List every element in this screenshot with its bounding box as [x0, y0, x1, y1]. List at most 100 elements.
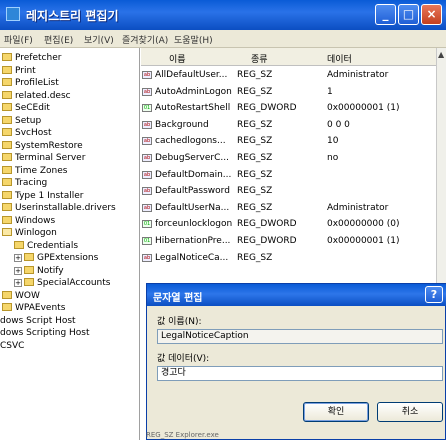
tree-item[interactable]: Credentials: [14, 240, 78, 252]
value-data: 1: [327, 86, 333, 97]
folder-icon: [2, 290, 12, 299]
list-header: 이름 종류 데이터: [141, 48, 446, 66]
ok-button[interactable]: 확인: [303, 402, 369, 422]
tree-item[interactable]: Prefetcher: [2, 52, 61, 64]
tree-item[interactable]: Setup: [2, 115, 41, 127]
value-name: AutoRestartShell: [155, 103, 231, 114]
value-data: no: [327, 153, 339, 163]
tree-item-label: Userinstallable.drivers: [15, 203, 116, 213]
window-title: 레지스트리 편집기: [26, 9, 119, 23]
value-name: cachedlogons...: [155, 136, 226, 147]
tree-item[interactable]: Terminal Server: [2, 152, 85, 164]
tree-item[interactable]: CSVC: [0, 340, 24, 352]
tree-item-label: GPExtensions: [37, 253, 99, 263]
folder-icon: [2, 303, 12, 311]
value-data-field[interactable]: 경고다: [157, 366, 443, 381]
tree-item[interactable]: dows Scripting Host: [0, 327, 90, 339]
column-name[interactable]: 이름: [169, 52, 186, 65]
value-row[interactable]: 01 forceunlocklogon REG_DWORD 0x00000000 (0…: [141, 217, 436, 231]
value-name: HibernationPre...: [155, 236, 231, 246]
tree-item[interactable]: + GPExtensions: [14, 252, 98, 264]
close-button[interactable]: ×: [421, 4, 442, 25]
maximize-button[interactable]: □: [398, 4, 419, 25]
expand-icon[interactable]: +: [14, 279, 22, 287]
value-data: 0x00000001 (1): [327, 236, 400, 246]
string-value-icon: ab: [142, 137, 152, 146]
menu-edit[interactable]: 편집(E): [44, 33, 73, 46]
folder-icon: [2, 53, 12, 61]
tree-item[interactable]: Time Zones: [2, 165, 68, 177]
value-row[interactable]: 01 HibernationPre... REG_DWORD 0x00000001 (…: [141, 234, 436, 248]
tree-item-label: Type 1 Installer: [15, 190, 84, 201]
tree-item[interactable]: Print: [2, 65, 36, 77]
tree-item[interactable]: + Notify: [14, 265, 64, 277]
tree-item[interactable]: SystemRestore: [2, 140, 83, 152]
tree-item-label: Notify: [37, 265, 64, 276]
minimize-button[interactable]: _: [375, 4, 396, 25]
tree-item[interactable]: WOW: [2, 290, 40, 302]
value-row[interactable]: ab DefaultDomain... REG_SZ: [141, 168, 436, 182]
value-name: Background: [155, 119, 209, 130]
folder-icon: [24, 278, 34, 286]
key-tree[interactable]: Prefetcher Print ProfileList related.desc Se…: [0, 48, 140, 440]
string-value-icon: ab: [142, 203, 152, 212]
value-list[interactable]: 이름 종류 데이터 ab AllDefaultUser... REG_SZ Admin…: [141, 48, 446, 288]
value-row[interactable]: 01 AutoRestartShell REG_DWORD 0x00000001 (1…: [141, 101, 436, 115]
expand-icon[interactable]: +: [14, 254, 22, 262]
folder-icon: [2, 128, 12, 136]
tree-item-label: ProfileList: [15, 78, 59, 88]
value-type: REG_SZ: [237, 252, 273, 263]
value-row[interactable]: ab AutoAdminLogon REG_SZ 1: [141, 85, 436, 99]
scroll-up-icon[interactable]: ▲: [438, 50, 446, 60]
folder-icon: [2, 153, 12, 161]
dialog-title-bar: 문자열 편집 ?: [147, 284, 446, 306]
tree-item[interactable]: dows Script Host: [0, 315, 76, 327]
list-scrollbar[interactable]: ▲: [436, 48, 446, 288]
value-type: REG_SZ: [237, 136, 273, 147]
tree-item-label: Time Zones: [15, 165, 68, 176]
folder-icon: [24, 265, 34, 274]
cancel-button[interactable]: 취소: [377, 402, 443, 422]
tree-item[interactable]: SeCEdit: [2, 102, 50, 114]
folder-icon: [2, 115, 12, 124]
value-name: DefaultUserNa...: [155, 202, 230, 213]
folder-icon: [2, 178, 12, 186]
menu-file[interactable]: 파일(F): [4, 33, 33, 46]
expand-icon[interactable]: +: [14, 266, 22, 275]
menu-view[interactable]: 보기(V): [84, 33, 114, 46]
value-name-field[interactable]: LegalNoticeCaption: [157, 329, 443, 344]
tree-item[interactable]: ProfileList: [2, 77, 59, 89]
value-row[interactable]: ab cachedlogons... REG_SZ 10: [141, 134, 436, 148]
tree-item[interactable]: Winlogon: [2, 227, 57, 239]
tree-item-label: related.desc: [15, 90, 71, 101]
tree-item-label: CSVC: [0, 340, 25, 351]
tree-item[interactable]: Userinstallable.drivers: [2, 202, 116, 214]
folder-icon: [2, 78, 12, 86]
folder-icon: [2, 203, 12, 211]
tree-item[interactable]: related.desc: [2, 90, 71, 102]
string-value-icon: ab: [142, 120, 152, 129]
menu-help[interactable]: 도움말(H): [174, 33, 213, 46]
column-data[interactable]: 데이터: [327, 52, 352, 65]
column-type[interactable]: 종류: [251, 52, 268, 65]
tree-item[interactable]: + SpecialAccounts: [14, 277, 110, 289]
help-button[interactable]: ?: [425, 286, 443, 303]
value-row[interactable]: ab LegalNoticeCa... REG_SZ: [141, 251, 436, 265]
menu-bar: 파일(F) 편집(E) 보기(V) 즐겨찾기(A) 도움말(H): [0, 30, 446, 48]
folder-icon: [2, 103, 12, 111]
value-name-label: 값 이름(N):: [157, 317, 202, 327]
tree-item[interactable]: Type 1 Installer: [2, 190, 83, 202]
menu-favorites[interactable]: 즐겨찾기(A): [122, 33, 168, 46]
value-type: REG_SZ: [237, 202, 273, 213]
value-row[interactable]: ab AllDefaultUser... REG_SZ Administrator: [141, 68, 436, 82]
tree-item[interactable]: SvcHost: [2, 127, 51, 139]
tree-item[interactable]: WPAEvents: [2, 302, 65, 314]
value-row[interactable]: ab DefaultPassword REG_SZ: [141, 184, 436, 198]
value-row[interactable]: ab Background REG_SZ 0 0 0: [141, 118, 436, 132]
value-row[interactable]: ab DefaultUserNa... REG_SZ Administrator: [141, 201, 436, 215]
value-row[interactable]: ab DebugServerC... REG_SZ no: [141, 151, 436, 165]
tree-item-label: dows Scripting Host: [0, 328, 90, 338]
binary-value-icon: 01: [142, 220, 152, 229]
tree-item[interactable]: Tracing: [2, 177, 47, 189]
tree-item[interactable]: Windows: [2, 215, 55, 227]
